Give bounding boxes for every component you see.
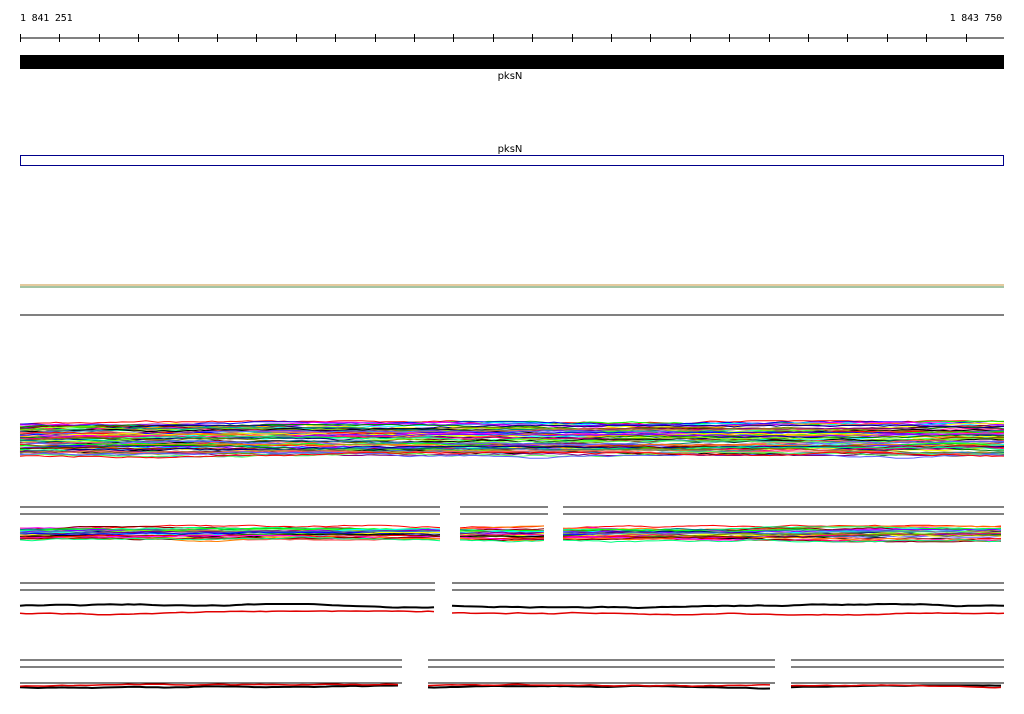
segment-profile-black: [19, 603, 435, 609]
gene-bar-pksN[interactable]: [20, 55, 1004, 69]
segment-profile-black: [451, 602, 1005, 610]
genome-browser-chart: [19, 34, 1005, 690]
profile-group-2: [19, 506, 1004, 543]
profile-group-3: [19, 582, 1005, 616]
dense-profile-group: [19, 420, 1005, 459]
gene-outline-pksN[interactable]: [20, 155, 1004, 166]
profile-group-4: [19, 659, 1004, 690]
segment-profile-red: [19, 610, 435, 616]
segment-profile-red: [451, 611, 1005, 616]
position-ruler: [20, 34, 1004, 42]
